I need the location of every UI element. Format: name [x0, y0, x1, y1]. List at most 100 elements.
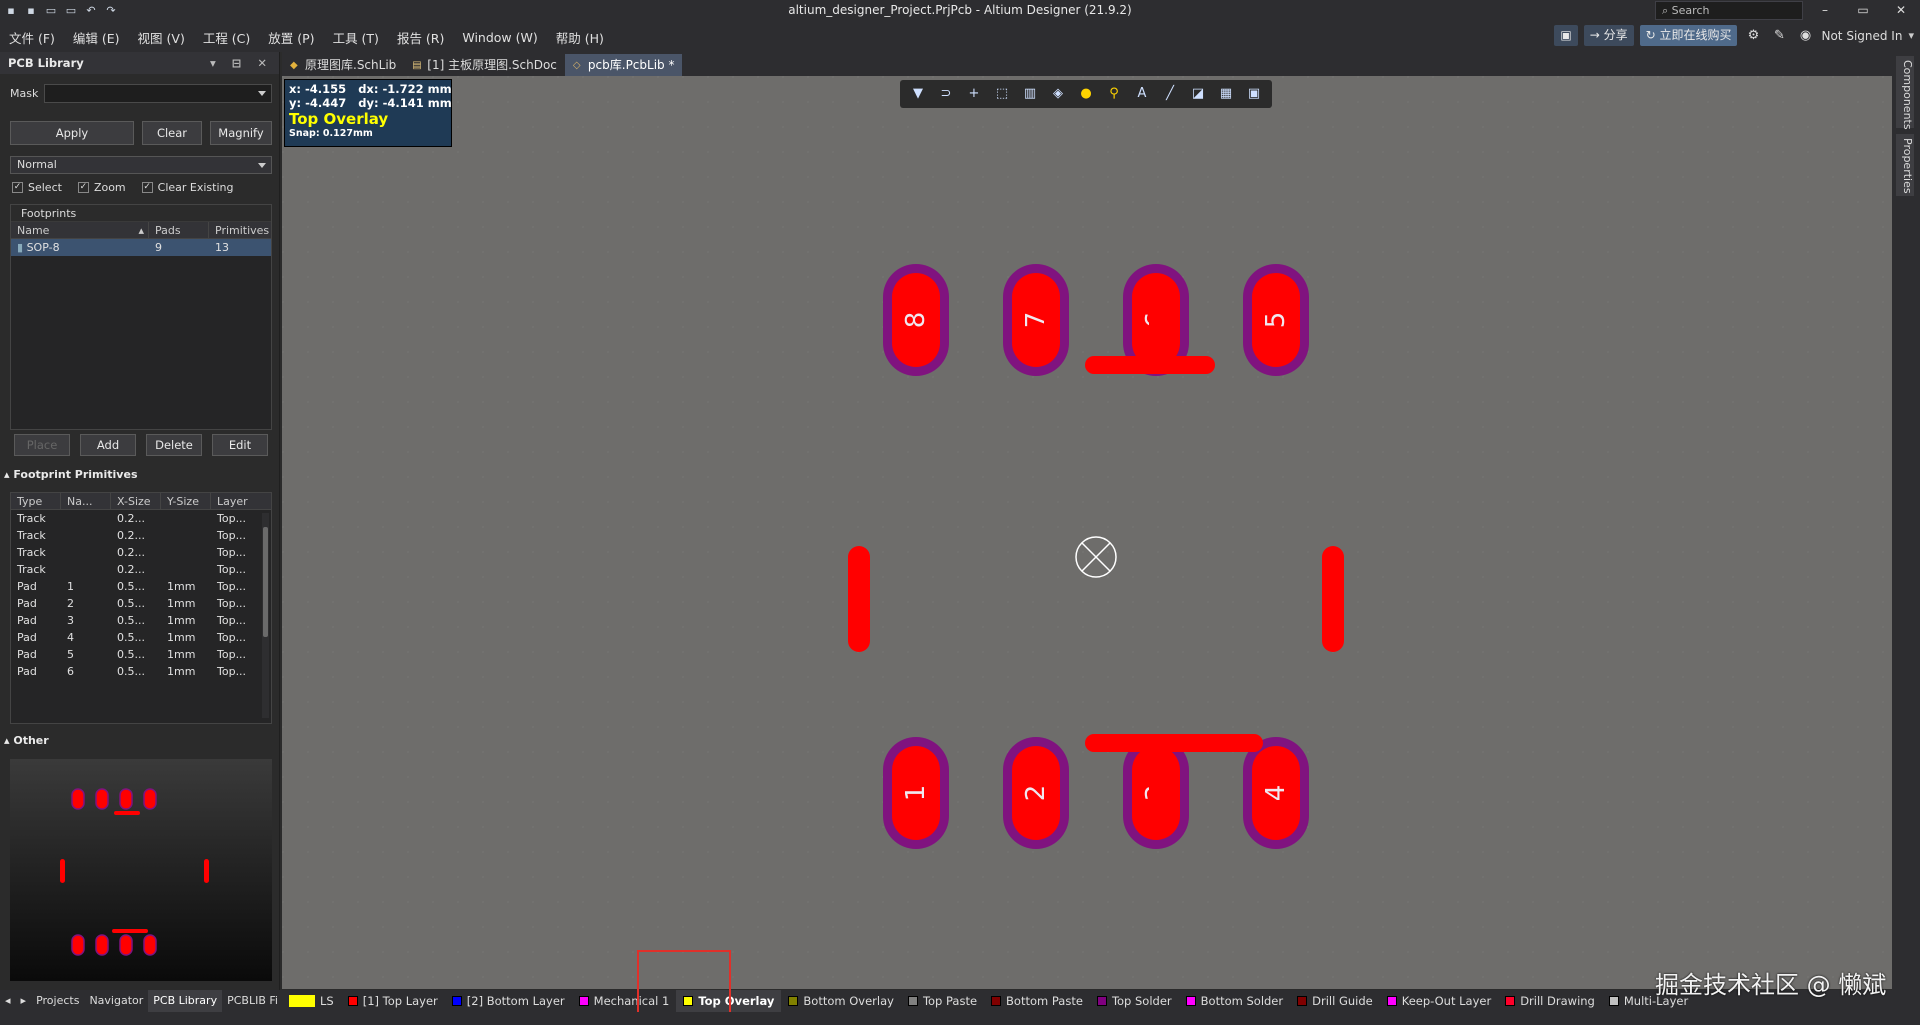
- layer-tab[interactable]: [2] Bottom Layer: [445, 990, 572, 1012]
- menu-window[interactable]: Window (W): [453, 30, 546, 45]
- chevron-down-icon[interactable]: ▾: [1908, 29, 1914, 42]
- pad[interactable]: 8: [883, 264, 949, 376]
- pcb-canvas[interactable]: 87651234 ▼ ⊃ + ⬚ ▥ ◈ ● ⚲ A ╱ ◪ ▦ ▣: [282, 76, 1892, 989]
- tab-pcb-library[interactable]: PCB Library: [148, 990, 223, 1012]
- region-icon[interactable]: ◪: [1188, 84, 1208, 104]
- menu-tools[interactable]: 工具 (T): [324, 28, 388, 47]
- overlay-track-vertical[interactable]: [1149, 738, 1167, 808]
- footprint-preview[interactable]: [10, 759, 272, 981]
- redo-icon[interactable]: ↷: [104, 4, 118, 18]
- component-icon[interactable]: ▣: [1244, 84, 1264, 104]
- layer-icon[interactable]: ◈: [1048, 84, 1068, 104]
- align-icon[interactable]: ▥: [1020, 84, 1040, 104]
- pad-icon[interactable]: ●: [1076, 84, 1096, 104]
- column-header[interactable]: Name ▴: [11, 222, 149, 238]
- apply-button[interactable]: Apply: [10, 121, 134, 145]
- text-icon[interactable]: A: [1132, 84, 1152, 104]
- select-checkbox[interactable]: ✓ Select: [12, 181, 62, 194]
- column-header[interactable]: Layer: [211, 493, 271, 509]
- layer-tab[interactable]: [1] Top Layer: [341, 990, 445, 1012]
- layer-tab[interactable]: Bottom Overlay: [781, 990, 901, 1012]
- place-button[interactable]: Place: [14, 434, 70, 456]
- tab-navigator[interactable]: Navigator: [84, 990, 148, 1012]
- gear-icon[interactable]: ⚙: [1743, 25, 1763, 46]
- layer-tab[interactable]: Keep-Out Layer: [1380, 990, 1498, 1012]
- undo-icon[interactable]: ↶: [84, 4, 98, 18]
- table-row[interactable]: Pad 6 0.5... 1mm Top...: [11, 663, 271, 680]
- crosshair-icon[interactable]: +: [964, 84, 984, 104]
- table-row[interactable]: Track 0.2... Top...: [11, 561, 271, 578]
- edit-button[interactable]: Edit: [212, 434, 268, 456]
- column-header[interactable]: Y-Size: [161, 493, 211, 509]
- menu-file[interactable]: 文件 (F): [0, 28, 64, 47]
- table-row[interactable]: Track 0.2... Top...: [11, 510, 271, 527]
- chat-button[interactable]: ▣: [1554, 25, 1578, 46]
- clear-button[interactable]: Clear: [142, 121, 202, 145]
- line-icon[interactable]: ╱: [1160, 84, 1180, 104]
- mode-select[interactable]: Normal: [10, 156, 272, 174]
- layer-tab[interactable]: Bottom Solder: [1179, 990, 1290, 1012]
- save-icon[interactable]: ▪: [4, 4, 18, 18]
- menu-project[interactable]: 工程 (C): [194, 28, 259, 47]
- nav-right-icon[interactable]: ▸: [16, 990, 32, 1012]
- overlay-track-vertical[interactable]: [1149, 296, 1167, 368]
- table-row[interactable]: Track 0.2... Top...: [11, 544, 271, 561]
- magnify-button[interactable]: Magnify: [210, 121, 272, 145]
- via-icon[interactable]: ⚲: [1104, 84, 1124, 104]
- overlay-track-right[interactable]: [1322, 546, 1344, 652]
- minimize-button[interactable]: –: [1806, 0, 1844, 22]
- pad[interactable]: 2: [1003, 737, 1069, 849]
- nav-left-icon[interactable]: ◂: [0, 990, 16, 1012]
- column-header[interactable]: Primitives: [209, 222, 271, 238]
- menu-help[interactable]: 帮助 (H): [547, 28, 613, 47]
- other-section-header[interactable]: ▴ Other: [4, 732, 49, 750]
- layer-tab[interactable]: Drill Drawing: [1498, 990, 1602, 1012]
- delete-button[interactable]: Delete: [146, 434, 202, 456]
- tab-schdoc[interactable]: ▤ [1] 主板原理图.SchDoc: [404, 54, 565, 76]
- tab-schlib[interactable]: ◆ 原理图库.SchLib: [282, 54, 404, 76]
- tab-properties[interactable]: Properties: [1896, 134, 1914, 196]
- close-button[interactable]: ✕: [1882, 0, 1920, 22]
- save-all-icon[interactable]: ▪: [24, 4, 38, 18]
- layer-tab[interactable]: Top Solder: [1090, 990, 1179, 1012]
- maximize-button[interactable]: ▭: [1844, 0, 1882, 22]
- table-row[interactable]: Pad 5 0.5... 1mm Top...: [11, 646, 271, 663]
- table-row[interactable]: ▮ SOP-8 9 13: [11, 239, 271, 256]
- table-row[interactable]: Pad 2 0.5... 1mm Top...: [11, 595, 271, 612]
- table-row[interactable]: Track 0.2... Top...: [11, 527, 271, 544]
- layer-tab[interactable]: LS: [282, 990, 341, 1012]
- vertical-scrollbar[interactable]: [262, 513, 269, 718]
- chevron-down-icon[interactable]: [258, 91, 266, 96]
- tab-projects[interactable]: Projects: [31, 990, 84, 1012]
- column-header[interactable]: Na...: [61, 493, 111, 509]
- table-row[interactable]: Pad 4 0.5... 1mm Top...: [11, 629, 271, 646]
- menu-view[interactable]: 视图 (V): [129, 28, 194, 47]
- layer-tab[interactable]: Top Paste: [901, 990, 984, 1012]
- column-header[interactable]: X-Size: [111, 493, 161, 509]
- primitives-section-header[interactable]: ▴ Footprint Primitives: [4, 466, 138, 484]
- scrollbar-thumb[interactable]: [263, 527, 268, 637]
- add-button[interactable]: Add: [80, 434, 136, 456]
- column-header[interactable]: Pads: [149, 222, 209, 238]
- layer-tab[interactable]: Bottom Paste: [984, 990, 1090, 1012]
- menu-place[interactable]: 放置 (P): [259, 28, 323, 47]
- column-header[interactable]: Type: [11, 493, 61, 509]
- table-row[interactable]: Pad 1 0.5... 1mm Top...: [11, 578, 271, 595]
- select-rect-icon[interactable]: ⬚: [992, 84, 1012, 104]
- buy-online-button[interactable]: ↻ 立即在线购买: [1639, 25, 1738, 46]
- layer-tab[interactable]: Drill Guide: [1290, 990, 1380, 1012]
- route-icon[interactable]: ⊃: [936, 84, 956, 104]
- overlay-track-bottom[interactable]: [1085, 734, 1263, 752]
- search-input[interactable]: ⌕ Search: [1655, 1, 1803, 20]
- pad[interactable]: 4: [1243, 737, 1309, 849]
- dimension-icon[interactable]: ▦: [1216, 84, 1236, 104]
- mask-input[interactable]: [44, 84, 272, 103]
- table-row[interactable]: Pad 3 0.5... 1mm Top...: [11, 612, 271, 629]
- overlay-track-left[interactable]: [848, 546, 870, 652]
- zoom-checkbox[interactable]: ✓ Zoom: [77, 181, 126, 194]
- menu-reports[interactable]: 报告 (R): [388, 28, 453, 47]
- pad[interactable]: 1: [883, 737, 949, 849]
- open-icon[interactable]: ▭: [44, 4, 58, 18]
- menu-edit[interactable]: 编辑 (E): [64, 28, 129, 47]
- sign-in-status[interactable]: Not Signed In: [1821, 29, 1902, 43]
